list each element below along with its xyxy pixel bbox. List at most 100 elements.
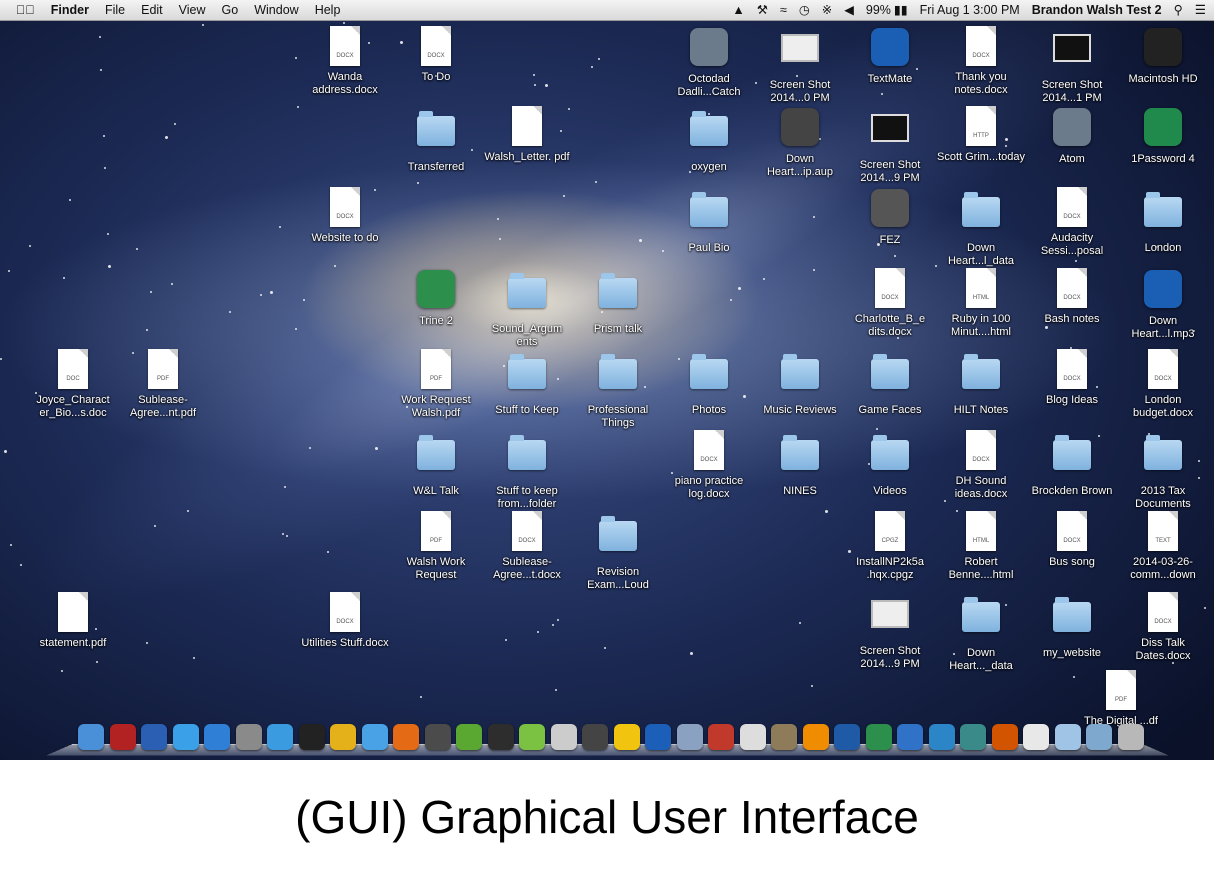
dock-scrivener-icon[interactable] (739, 724, 766, 750)
desktop-folder[interactable]: Stuff to Keep (482, 349, 572, 417)
desktop-file[interactable]: DOCX Utilities Stuff.docx (300, 592, 390, 650)
dock-cyberduck-icon[interactable] (613, 724, 640, 750)
dock-finder-icon[interactable] (78, 724, 104, 750)
dock-app-store-icon[interactable] (204, 724, 230, 750)
dock-1password-icon[interactable] (834, 724, 860, 750)
desktop-app[interactable]: Macintosh HD (1118, 26, 1208, 86)
desktop-folder[interactable]: London (1118, 187, 1208, 255)
desktop-folder[interactable]: Down Heart..._data (936, 592, 1026, 672)
notification-icon[interactable]: ▲ (732, 2, 744, 19)
desktop-file[interactable]: HTML Ruby in 100 Minut....html (936, 268, 1026, 338)
desktop-file[interactable]: DOCX Bash notes (1027, 268, 1117, 326)
desktop-app[interactable]: FEZ (845, 187, 935, 247)
desktop-folder[interactable]: Videos (845, 430, 935, 498)
dock-audacity-icon[interactable] (645, 724, 671, 750)
desktop-folder[interactable]: HILT Notes (936, 349, 1026, 417)
dock-github-icon[interactable] (550, 724, 577, 750)
desktop-folder[interactable]: W&L Talk (391, 430, 481, 498)
dock-migration-icon[interactable] (960, 724, 986, 750)
dock-gimp-icon[interactable] (771, 724, 797, 750)
desktop-file[interactable]: DOC Joyce_Charact er_Bio...s.doc (28, 349, 118, 419)
desktop-folder[interactable]: NINES (755, 430, 845, 498)
dock-itunes-icon[interactable] (172, 724, 199, 750)
desktop-folder[interactable]: my_website (1027, 592, 1117, 660)
desktop-file[interactable]: HTML Robert Benne....html (936, 511, 1026, 581)
dock-powerpoint-icon[interactable] (991, 724, 1018, 750)
desktop-file[interactable]: DOCX London budget.docx (1118, 349, 1208, 419)
menu-help[interactable]: Help (315, 2, 341, 19)
dock-documents-icon[interactable] (1023, 724, 1049, 750)
desktop-file[interactable]: DOCX Blog Ideas (1027, 349, 1117, 407)
desktop-file[interactable]: DOCX Website to do (300, 187, 390, 245)
desktop-file[interactable]: DOCX Bus song (1027, 511, 1117, 569)
desktop-file[interactable]: DOCX To Do (391, 26, 481, 84)
dock-snowflake-app-icon[interactable] (928, 724, 955, 750)
desktop-file[interactable]: statement.pdf (28, 592, 118, 650)
menu-file[interactable]: File (105, 2, 125, 19)
dock-twitter-icon[interactable] (267, 724, 293, 750)
desktop-file[interactable]: PDF Work Request Walsh.pdf (391, 349, 481, 419)
dock-preview-icon[interactable] (676, 724, 703, 750)
desktop-folder[interactable]: Revision Exam...Loud (573, 511, 663, 591)
time-machine-icon[interactable]: ◷ (799, 2, 810, 19)
clock[interactable]: Fri Aug 1 3:00 PM (920, 2, 1020, 19)
desktop-file[interactable]: DOCX piano practice log.docx (664, 430, 754, 500)
dock-firefox-icon[interactable] (393, 724, 419, 750)
desktop-screenshot[interactable]: Screen Shot 2014...9 PM (845, 592, 935, 670)
dock-vlc-icon[interactable] (802, 724, 829, 750)
desktop-folder[interactable]: Photos (664, 349, 754, 417)
desktop-app[interactable]: Down Heart...l.mp3 (1118, 268, 1208, 340)
battery-percent[interactable]: 99% (866, 2, 891, 19)
menu-view[interactable]: View (179, 2, 206, 19)
menu-window[interactable]: Window (254, 2, 298, 19)
dock-spotify-icon[interactable] (519, 724, 545, 750)
desktop-file[interactable]: DOCX Charlotte_B_e dits.docx (845, 268, 935, 338)
desktop-app[interactable]: Down Heart...ip.aup (755, 106, 845, 178)
desktop-file[interactable]: PDF Walsh Work Request (391, 511, 481, 581)
desktop-file[interactable]: TEXT 2014-03-26- comm...down (1118, 511, 1208, 581)
bluetooth-icon[interactable]: ※ (822, 2, 832, 19)
desktop-app[interactable]: Atom (1027, 106, 1117, 166)
desktop-file[interactable]: PDF Sublease- Agree...nt.pdf (118, 349, 208, 419)
tool-icon[interactable]: ⚒ (757, 2, 768, 19)
dock-terminal-icon[interactable] (298, 724, 325, 750)
notification-center-icon[interactable]: ☰ (1195, 2, 1206, 19)
dock-trash-icon[interactable] (1117, 724, 1144, 750)
menu-edit[interactable]: Edit (141, 2, 163, 19)
dock-x-app-icon[interactable] (897, 724, 923, 750)
menu-finder[interactable]: Finder (51, 2, 89, 19)
desktop-app[interactable]: Octodad Dadli...Catch (664, 26, 754, 98)
wifi-icon[interactable]: ≈ (780, 2, 787, 19)
desktop-app[interactable]: Trine 2 (391, 268, 481, 328)
desktop-screenshot[interactable]: Screen Shot 2014...9 PM (845, 106, 935, 184)
desktop-file[interactable]: DOCX Diss Talk Dates.docx (1118, 592, 1208, 662)
dock-safari-icon[interactable] (361, 724, 388, 750)
desktop-file[interactable]: CPGZ InstallNP2k5a .hqx.cpgz (845, 511, 935, 581)
dock-atom-icon[interactable] (865, 724, 892, 750)
dock-sublime-icon[interactable] (424, 724, 451, 750)
desktop-app[interactable]: TextMate (845, 26, 935, 86)
desktop-file[interactable]: DOCX Sublease- Agree...t.docx (482, 511, 572, 581)
user-name[interactable]: Brandon Walsh Test 2 (1032, 2, 1162, 19)
desktop-folder[interactable]: Paul Bio (664, 187, 754, 255)
desktop-file[interactable]: DOCX DH Sound ideas.docx (936, 430, 1026, 500)
desktop-folder[interactable]: Sound_Argum ents (482, 268, 572, 348)
dock-system-preferences-icon[interactable] (235, 724, 262, 750)
desktop-folder[interactable]: Transferred (391, 106, 481, 174)
apple-menu-icon[interactable]:  (16, 2, 35, 19)
dock-adium-icon[interactable] (456, 724, 482, 750)
desktop-file[interactable]: Walsh_Letter. pdf (482, 106, 572, 164)
desktop-folder[interactable]: Prism talk (573, 268, 663, 336)
desktop-file[interactable]: DOCX Thank you notes.docx (936, 26, 1026, 96)
desktop-folder[interactable]: Game Faces (845, 349, 935, 417)
desktop-screenshot[interactable]: Screen Shot 2014...0 PM (755, 26, 845, 104)
dock-zotero-icon[interactable] (708, 724, 734, 750)
desktop-file[interactable]: DOCX Wanda address.docx (300, 26, 390, 96)
dock-steam-icon[interactable] (582, 724, 608, 750)
desktop-file[interactable]: HTTP Scott Grim...today (936, 106, 1026, 164)
dock-applications-icon[interactable] (1086, 724, 1112, 750)
desktop-app[interactable]: 1Password 4 (1118, 106, 1208, 166)
dock-downloads-icon[interactable] (1054, 724, 1081, 750)
dock-photo-booth-icon[interactable] (109, 724, 136, 750)
desktop-screenshot[interactable]: Screen Shot 2014...1 PM (1027, 26, 1117, 104)
